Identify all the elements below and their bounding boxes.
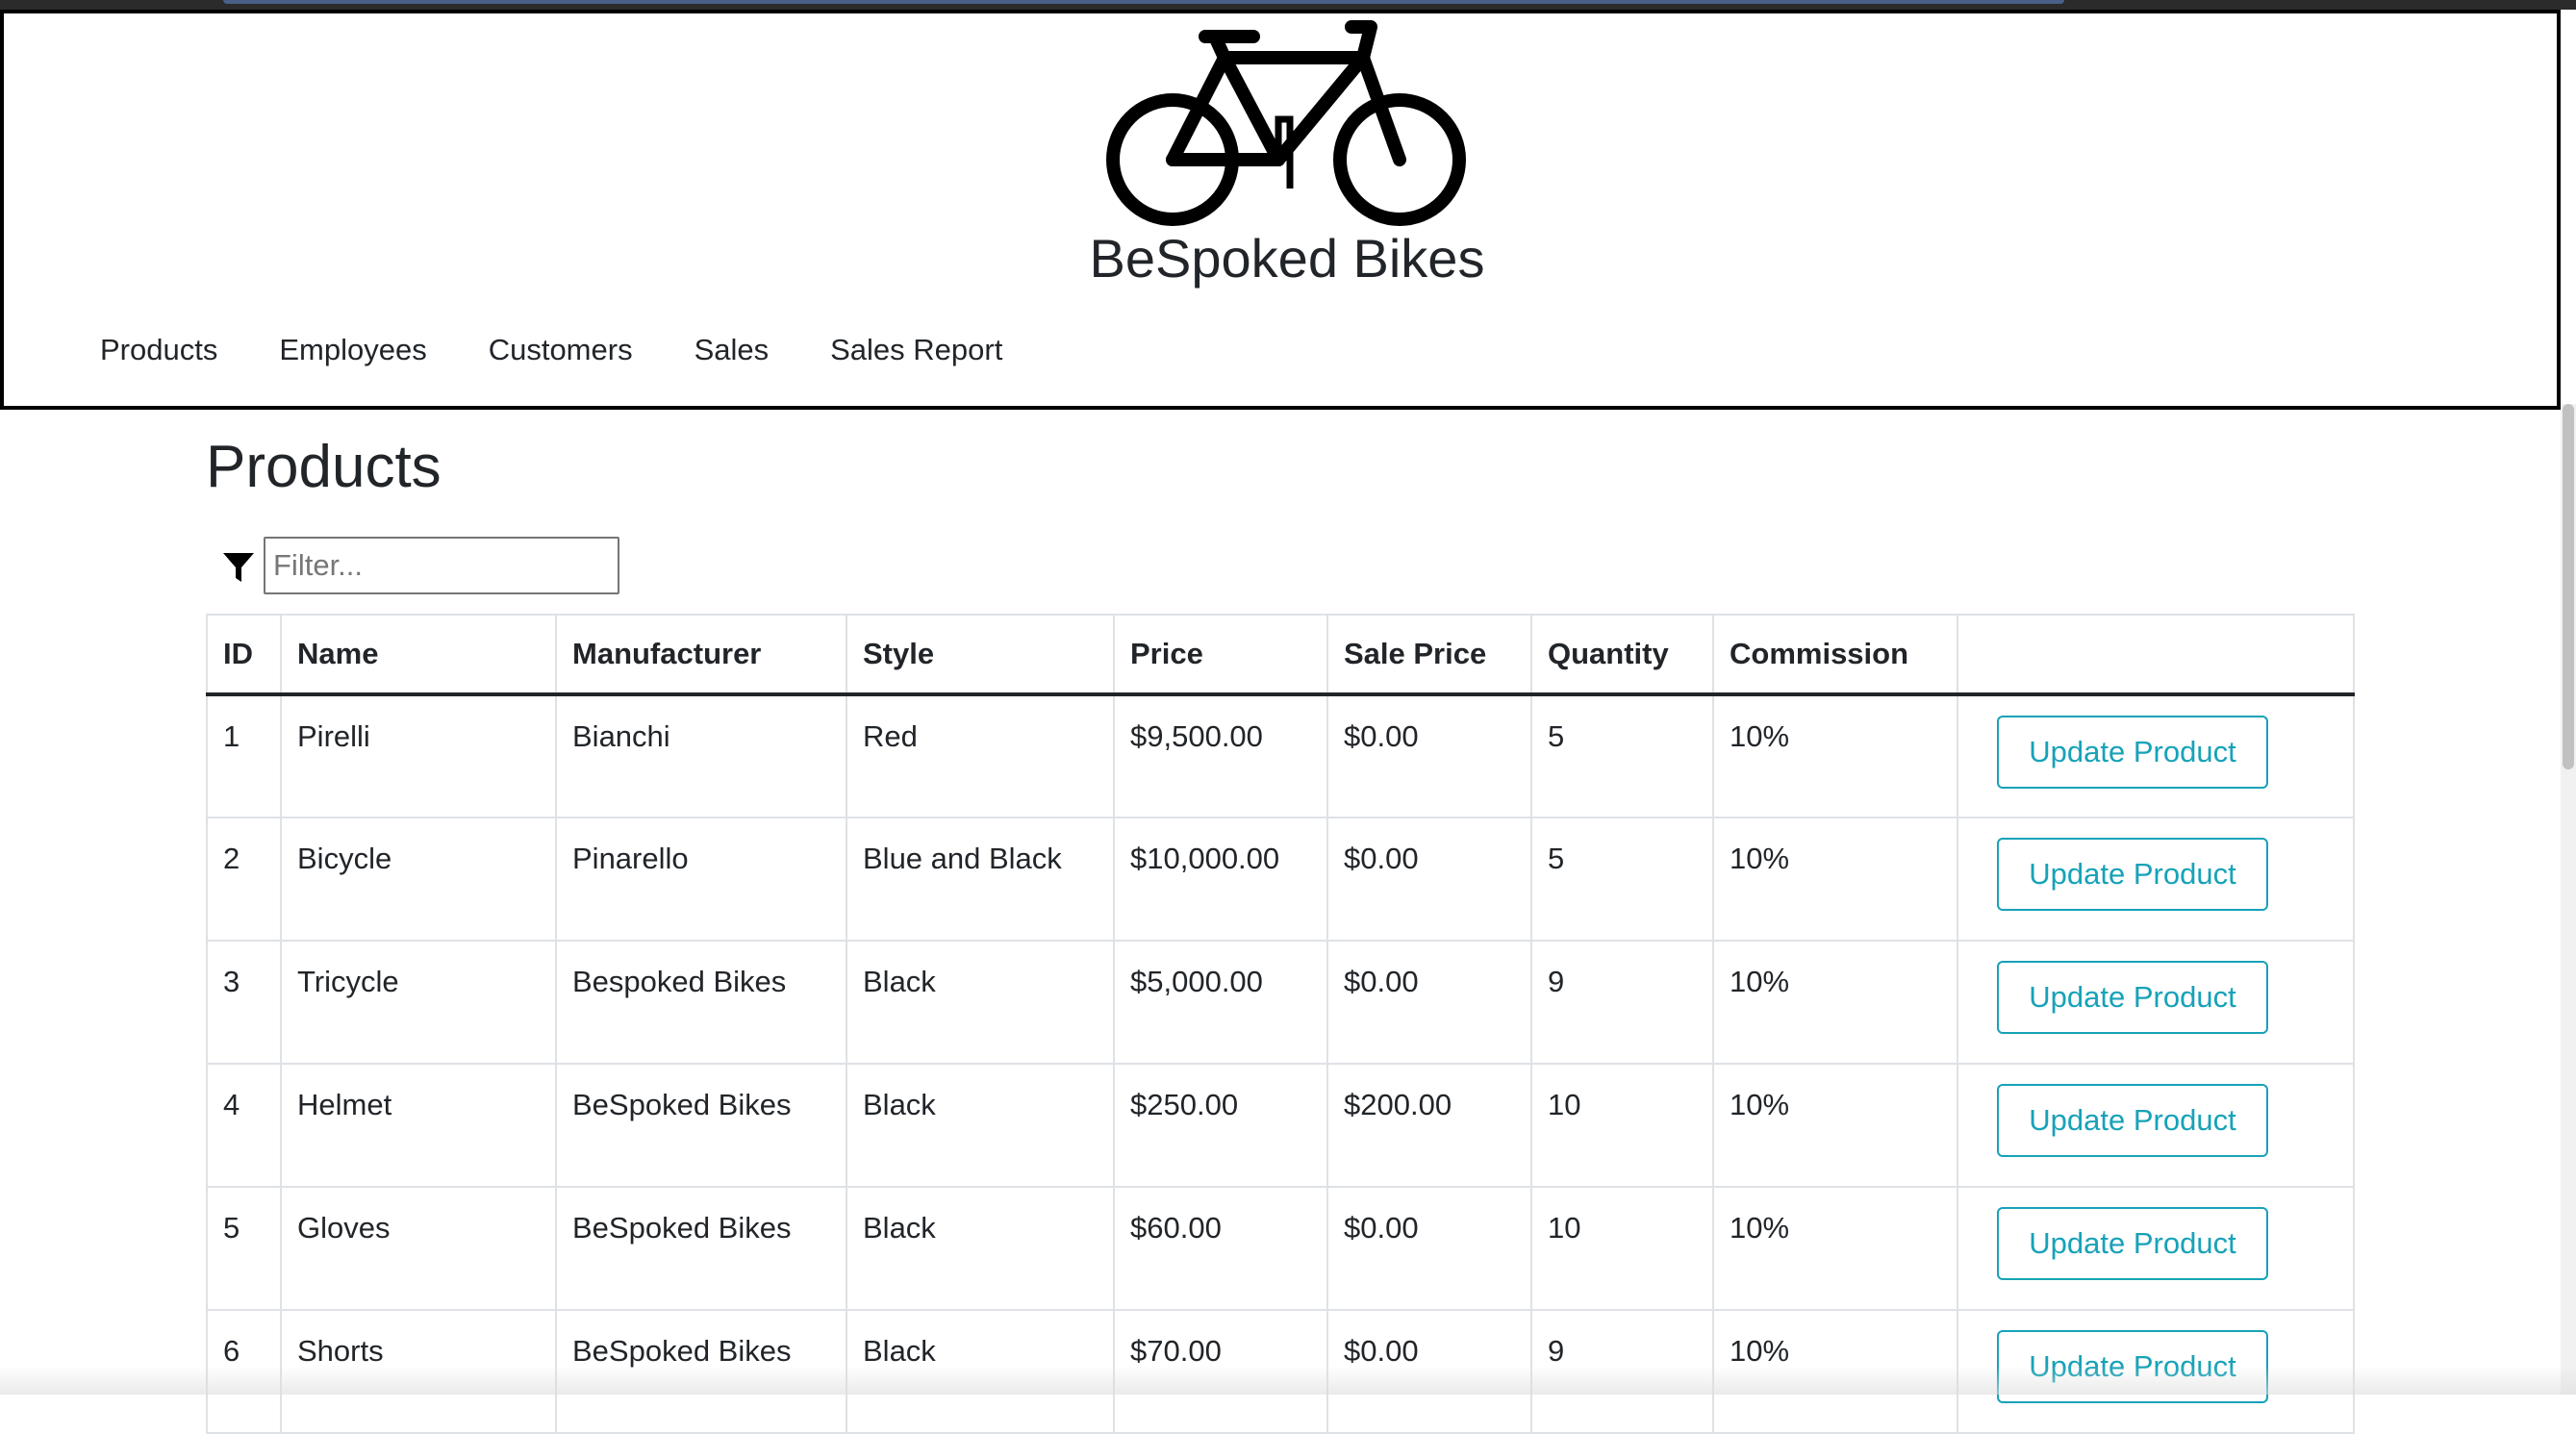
page-title: Products xyxy=(206,434,442,500)
nav-item-employees[interactable]: Employees xyxy=(279,331,426,369)
cell-quantity: 5 xyxy=(1530,693,1714,818)
cell-id: 2 xyxy=(206,817,282,942)
filter-icon xyxy=(223,553,254,582)
cell-quantity: 10 xyxy=(1530,1063,1714,1188)
table-row: 4 Helmet BeSpoked Bikes Black $250.00 $2… xyxy=(206,1063,2355,1188)
cell-style: Blue and Black xyxy=(846,817,1115,942)
update-product-button[interactable]: Update Product xyxy=(1997,838,2268,911)
table-row: 3 Tricycle Bespoked Bikes Black $5,000.0… xyxy=(206,940,2355,1065)
cell-price: $70.00 xyxy=(1113,1309,1328,1434)
nav-item-sales[interactable]: Sales xyxy=(695,331,770,369)
update-product-button[interactable]: Update Product xyxy=(1997,1330,2268,1403)
cell-style: Red xyxy=(846,693,1115,818)
column-header-manufacturer[interactable]: Manufacturer xyxy=(555,614,847,696)
cell-style: Black xyxy=(846,1309,1115,1434)
cell-name: Shorts xyxy=(280,1309,557,1434)
table-header-row: ID Name Manufacturer Style Price Sale Pr… xyxy=(206,614,2355,696)
cell-id: 4 xyxy=(206,1063,282,1188)
cell-quantity: 10 xyxy=(1530,1186,1714,1311)
brand-name: BeSpoked Bikes xyxy=(1089,228,1485,289)
cell-price: $5,000.00 xyxy=(1113,940,1328,1065)
update-product-button[interactable]: Update Product xyxy=(1997,1207,2268,1280)
cell-manufacturer: BeSpoked Bikes xyxy=(555,1186,847,1311)
column-header-quantity[interactable]: Quantity xyxy=(1530,614,1714,696)
table-row: 2 Bicycle Pinarello Blue and Black $10,0… xyxy=(206,817,2355,942)
cell-commission: 10% xyxy=(1712,1309,1958,1434)
cell-style: Black xyxy=(846,1063,1115,1188)
cell-sale-price: $0.00 xyxy=(1326,1309,1532,1434)
browser-top-bar xyxy=(0,0,2576,10)
column-header-commission[interactable]: Commission xyxy=(1712,614,1958,696)
cell-sale-price: $0.00 xyxy=(1326,693,1532,818)
column-header-actions xyxy=(1957,614,2355,696)
nav-item-sales-report[interactable]: Sales Report xyxy=(830,331,1002,369)
cell-price: $250.00 xyxy=(1113,1063,1328,1188)
cell-actions: Update Product xyxy=(1957,1186,2355,1311)
cell-manufacturer: BeSpoked Bikes xyxy=(555,1063,847,1188)
cell-sale-price: $0.00 xyxy=(1326,817,1532,942)
cell-price: $10,000.00 xyxy=(1113,817,1328,942)
update-product-button[interactable]: Update Product xyxy=(1997,961,2268,1034)
cell-actions: Update Product xyxy=(1957,693,2355,818)
cell-sale-price: $0.00 xyxy=(1326,940,1532,1065)
cell-manufacturer: Bespoked Bikes xyxy=(555,940,847,1065)
table-row: 6 Shorts BeSpoked Bikes Black $70.00 $0.… xyxy=(206,1309,2355,1434)
page-scrollbar-thumb[interactable] xyxy=(2563,404,2574,769)
column-header-style[interactable]: Style xyxy=(846,614,1115,696)
column-header-sale-price[interactable]: Sale Price xyxy=(1326,614,1532,696)
site-header: BeSpoked Bikes Products Employees Custom… xyxy=(0,10,2561,410)
cell-commission: 10% xyxy=(1712,693,1958,818)
browser-tab-strip xyxy=(223,0,2064,4)
products-table-container: ID Name Manufacturer Style Price Sale Pr… xyxy=(206,614,2355,1434)
cell-quantity: 9 xyxy=(1530,940,1714,1065)
cell-quantity: 9 xyxy=(1530,1309,1714,1434)
products-table: ID Name Manufacturer Style Price Sale Pr… xyxy=(206,614,2355,1434)
cell-price: $9,500.00 xyxy=(1113,693,1328,818)
cell-price: $60.00 xyxy=(1113,1186,1328,1311)
cell-manufacturer: Bianchi xyxy=(555,693,847,818)
cell-name: Tricycle xyxy=(280,940,557,1065)
table-row: 5 Gloves BeSpoked Bikes Black $60.00 $0.… xyxy=(206,1186,2355,1311)
cell-id: 6 xyxy=(206,1309,282,1434)
cell-commission: 10% xyxy=(1712,817,1958,942)
cell-name: Pirelli xyxy=(280,693,557,818)
cell-actions: Update Product xyxy=(1957,1309,2355,1434)
cell-name: Helmet xyxy=(280,1063,557,1188)
cell-manufacturer: BeSpoked Bikes xyxy=(555,1309,847,1434)
cell-sale-price: $200.00 xyxy=(1326,1063,1532,1188)
cell-commission: 10% xyxy=(1712,1186,1958,1311)
cell-id: 3 xyxy=(206,940,282,1065)
column-header-price[interactable]: Price xyxy=(1113,614,1328,696)
cell-actions: Update Product xyxy=(1957,1063,2355,1188)
cell-commission: 10% xyxy=(1712,1063,1958,1188)
cell-actions: Update Product xyxy=(1957,817,2355,942)
cell-actions: Update Product xyxy=(1957,940,2355,1065)
cell-style: Black xyxy=(846,940,1115,1065)
column-header-id[interactable]: ID xyxy=(206,614,282,696)
bicycle-icon xyxy=(1106,20,1466,226)
nav-item-customers[interactable]: Customers xyxy=(489,331,633,369)
nav-item-products[interactable]: Products xyxy=(100,331,217,369)
cell-manufacturer: Pinarello xyxy=(555,817,847,942)
cell-id: 5 xyxy=(206,1186,282,1311)
cell-quantity: 5 xyxy=(1530,817,1714,942)
table-row: 1 Pirelli Bianchi Red $9,500.00 $0.00 5 … xyxy=(206,693,2355,818)
filter-input[interactable] xyxy=(264,537,619,594)
update-product-button[interactable]: Update Product xyxy=(1997,716,2268,789)
cell-id: 1 xyxy=(206,693,282,818)
update-product-button[interactable]: Update Product xyxy=(1997,1084,2268,1157)
column-header-name[interactable]: Name xyxy=(280,614,557,696)
cell-style: Black xyxy=(846,1186,1115,1311)
main-nav: Products Employees Customers Sales Sales… xyxy=(100,331,1064,369)
cell-commission: 10% xyxy=(1712,940,1958,1065)
cell-name: Bicycle xyxy=(280,817,557,942)
cell-name: Gloves xyxy=(280,1186,557,1311)
cell-sale-price: $0.00 xyxy=(1326,1186,1532,1311)
